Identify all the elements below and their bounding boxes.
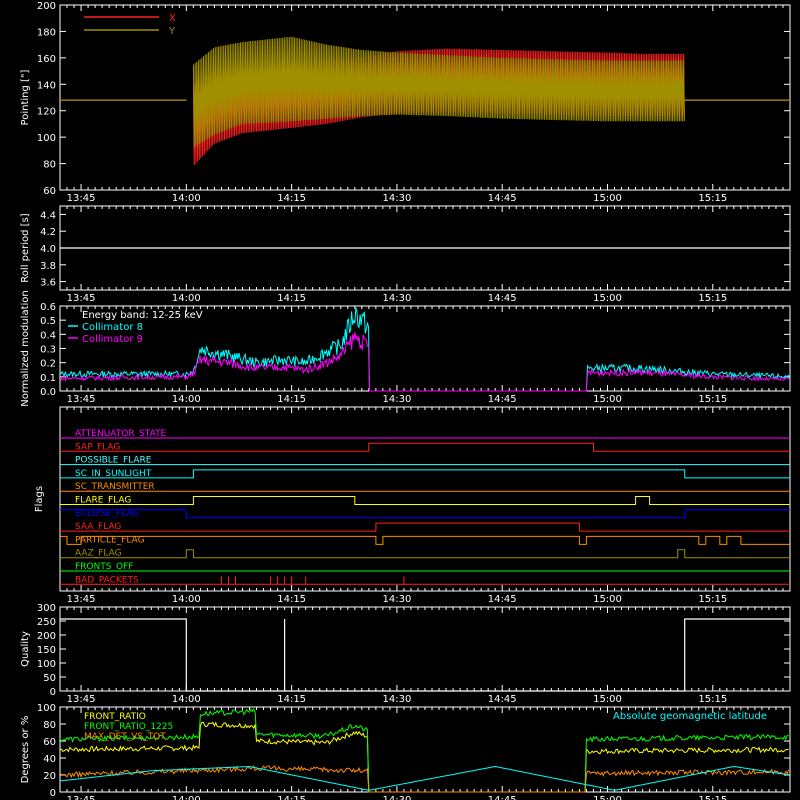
flags-xtick-label: 13:45 — [67, 594, 96, 605]
quality-ytick-label: 150 — [37, 645, 56, 656]
modulation-xtick-label: 15:15 — [698, 394, 727, 405]
modulation-ytick-label: 0.1 — [40, 373, 56, 384]
ratios-ytick-label: 0 — [50, 788, 56, 799]
flags-xtick-label: 14:30 — [383, 594, 412, 605]
roll-xtick-label: 15:00 — [593, 293, 622, 304]
modulation-xtick-label: 15:00 — [593, 394, 622, 405]
ratios-xtick-label: 15:00 — [593, 795, 622, 800]
legend-label-geomagnetic-latitude: Absolute geomagnetic latitude — [613, 711, 767, 722]
ratios-xtick-label: 14:30 — [383, 795, 412, 800]
roll-ytick-label: 4.4 — [40, 210, 56, 221]
quality-ytick-label: 100 — [37, 659, 56, 670]
pointing-xtick-label: 14:00 — [172, 193, 201, 204]
quality-xtick-label: 15:15 — [698, 694, 727, 705]
quality-xtick-label: 14:00 — [172, 694, 201, 705]
modulation-xtick-label: 14:30 — [383, 394, 412, 405]
flags-xtick-label: 14:45 — [488, 594, 517, 605]
quality-xtick-label: 14:30 — [383, 694, 412, 705]
legend-label-front-ratio-1225: FRONT_RATIO_1225 — [84, 722, 173, 732]
pointing-ytick-label: 60 — [43, 186, 56, 197]
legend-label-collimator-8: Collimator 8 — [82, 322, 143, 333]
modulation-ytick-label: 0.3 — [40, 345, 56, 356]
pointing-ytick-label: 140 — [37, 80, 56, 91]
ratios-ytick-label: 100 — [37, 703, 56, 714]
roll-xtick-label: 15:15 — [698, 293, 727, 304]
legend-label-collimator-9: Collimator 9 — [82, 334, 143, 345]
figure: 13:45 14:00 14:15 14:30 14:45 15:00 15:15 60 80 1… — [0, 0, 800, 800]
ratios-xtick-label: 14:45 — [488, 795, 517, 800]
flags-ylabel: Flags — [34, 486, 45, 512]
modulation-ytick-label: 0.6 — [40, 302, 56, 313]
flags-xtick-label: 14:15 — [277, 594, 306, 605]
roll-ylabel: Roll period [s] — [20, 213, 31, 282]
modulation-ylabel: Normalized modulation — [20, 290, 31, 407]
modulation-ytick-label: 0.5 — [40, 316, 56, 327]
modulation-xtick-label: 14:15 — [277, 394, 306, 405]
modulation-xtick-label: 13:45 — [67, 394, 96, 405]
modulation-ytick-label: 0.0 — [40, 387, 56, 398]
roll-xtick-label: 14:45 — [488, 293, 517, 304]
legend-label-y: Y — [168, 26, 176, 37]
pointing-ytick-label: 160 — [37, 54, 56, 65]
roll-ytick-label: 4.0 — [40, 244, 56, 255]
quality-ytick-label: 200 — [37, 631, 56, 642]
roll-ytick-label: 4.2 — [40, 227, 56, 238]
quality-xtick-label: 14:45 — [488, 694, 517, 705]
pointing-ytick-label: 120 — [37, 107, 56, 118]
pointing-xtick-label: 14:45 — [488, 193, 517, 204]
pointing-ylabel: Pointing ["] — [20, 69, 31, 125]
roll-ytick-label: 3.8 — [40, 261, 56, 272]
roll-xtick-label: 13:45 — [67, 293, 96, 304]
ratios-xtick-label: 15:15 — [698, 795, 727, 800]
legend-label-x: X — [169, 13, 176, 24]
pointing-ytick-label: 80 — [43, 160, 56, 171]
energy-band-annotation: Energy band: 12-25 keV — [82, 310, 203, 321]
ratios-xtick-label: 13:45 — [67, 795, 96, 800]
pointing-ytick-label: 200 — [37, 1, 56, 12]
ratios-xtick-label: 14:00 — [172, 795, 201, 800]
flags-xtick-label: 15:00 — [593, 594, 622, 605]
legend-label-max-det-vs-tot: MAX_DET_VS_TOT — [84, 732, 166, 742]
pointing-ytick-label: 100 — [37, 133, 56, 144]
modulation-ytick-label: 0.2 — [40, 359, 56, 370]
ratios-ylabel: Degrees or % — [20, 716, 31, 784]
pointing-ytick-label: 180 — [37, 27, 56, 38]
pointing-xtick-label: 15:00 — [593, 193, 622, 204]
ratios-ytick-label: 40 — [43, 754, 56, 765]
quality-xtick-label: 15:00 — [593, 694, 622, 705]
pointing-xtick-label: 13:45 — [67, 193, 96, 204]
quality-xtick-label: 14:15 — [277, 694, 306, 705]
roll-xtick-label: 14:30 — [383, 293, 412, 304]
modulation-xtick-label: 14:00 — [172, 394, 201, 405]
quality-xtick-label: 13:45 — [67, 694, 96, 705]
quality-ytick-label: 50 — [43, 673, 56, 684]
flags-xtick-label: 14:00 — [172, 594, 201, 605]
ratios-ytick-label: 20 — [43, 771, 56, 782]
roll-xtick-label: 14:00 — [172, 293, 201, 304]
flags-xtick-label: 15:15 — [698, 594, 727, 605]
roll-xtick-label: 14:15 — [277, 293, 306, 304]
ratios-xtick-label: 14:15 — [277, 795, 306, 800]
pointing-xtick-label: 15:15 — [698, 193, 727, 204]
modulation-ytick-label: 0.4 — [40, 330, 56, 341]
quality-ytick-label: 0 — [50, 687, 56, 698]
quality-ylabel: Quality — [20, 631, 31, 667]
legend-label-front-ratio: FRONT_RATIO — [84, 712, 146, 722]
quality-ytick-label: 250 — [37, 617, 56, 628]
roll-ytick-label: 3.6 — [40, 278, 56, 289]
quality-ytick-label: 300 — [37, 603, 56, 614]
pointing-xtick-label: 14:30 — [383, 193, 412, 204]
ratios-ytick-label: 60 — [43, 737, 56, 748]
modulation-xtick-label: 14:45 — [488, 394, 517, 405]
ratios-ytick-label: 80 — [43, 720, 56, 731]
pointing-xtick-label: 14:15 — [277, 193, 306, 204]
